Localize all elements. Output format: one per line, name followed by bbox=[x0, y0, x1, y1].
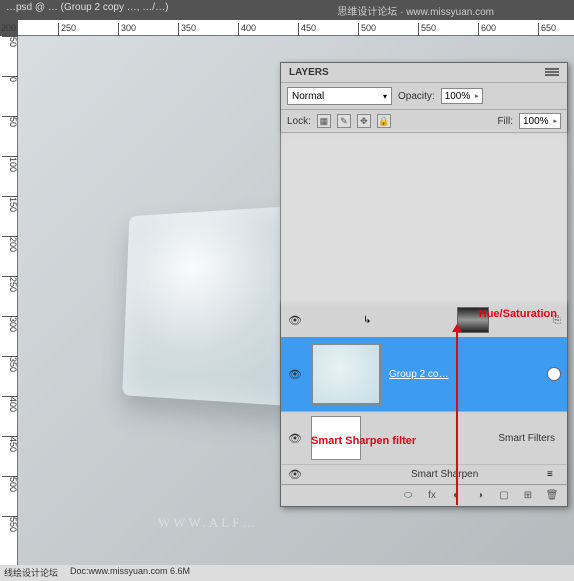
annotation-hue-saturation: Hue/Saturation bbox=[479, 308, 557, 320]
ice-cube-artwork bbox=[122, 205, 300, 406]
ruler-tick: 50 bbox=[2, 116, 18, 127]
lock-label: Lock: bbox=[287, 116, 311, 127]
fill-label: Fill: bbox=[497, 116, 513, 127]
ruler-tick: 550 bbox=[418, 23, 436, 36]
lock-position-icon[interactable]: ✥ bbox=[357, 114, 371, 128]
layers-panel-footer: ⬭ fx ◐ ◑ ▢ ⊞ 🗑 bbox=[281, 484, 567, 506]
status-bar: 线绘设计论坛 Doc:www.missyuan.com 6.6M bbox=[0, 565, 574, 581]
ruler-tick: 450 bbox=[298, 23, 316, 36]
selected-layer-row[interactable]: 👁 Group 2 co… bbox=[281, 337, 567, 411]
blurred-layers bbox=[281, 133, 567, 303]
lock-transparency-icon[interactable]: ▦ bbox=[317, 114, 331, 128]
watermark-top: 思维设计论坛 · www.missyuan.com bbox=[337, 3, 494, 18]
layer-thumbnail[interactable] bbox=[311, 343, 381, 405]
status-left: 线绘设计论坛 bbox=[4, 566, 58, 580]
ruler-tick: 250 bbox=[2, 276, 18, 292]
layer-name[interactable]: Group 2 co… bbox=[389, 369, 448, 380]
ruler-tick: 300 bbox=[118, 23, 136, 36]
lock-all-icon[interactable]: 🔒 bbox=[377, 114, 391, 128]
clip-indicator-icon: ↳ bbox=[363, 315, 379, 326]
fill-value: 100% bbox=[523, 116, 549, 127]
visibility-eye-icon[interactable]: 👁 bbox=[287, 432, 303, 445]
lock-pixels-icon[interactable]: ✎ bbox=[337, 114, 351, 128]
fill-input[interactable]: 100% bbox=[519, 113, 561, 129]
adjustment-layer-icon[interactable]: ◑ bbox=[473, 489, 487, 503]
smart-filters-label: Smart Filters bbox=[498, 433, 555, 444]
opacity-value: 100% bbox=[445, 91, 471, 102]
ruler-horizontal[interactable]: 200 250 300 350 400 450 500 550 600 650 bbox=[18, 20, 574, 36]
ruler-tick: 500 bbox=[2, 476, 18, 492]
watermark-text: WWW.ALF… bbox=[158, 515, 258, 531]
ruler-tick: 0 bbox=[2, 76, 18, 82]
ruler-tick: 500 bbox=[358, 23, 376, 36]
opacity-input[interactable]: 100% bbox=[441, 88, 483, 104]
ruler-tick: 50 bbox=[2, 36, 18, 47]
ruler-tick: 350 bbox=[178, 23, 196, 36]
blend-mode-value: Normal bbox=[292, 91, 324, 102]
filter-blending-options-icon[interactable]: ≡ bbox=[547, 469, 561, 481]
ruler-tick: 650 bbox=[538, 23, 556, 36]
new-layer-icon[interactable]: ⊞ bbox=[521, 489, 535, 503]
status-doc-size: Doc:www.missyuan.com 6.6M bbox=[70, 566, 190, 580]
opacity-label: Opacity: bbox=[398, 91, 435, 102]
annotation-arrow bbox=[456, 325, 458, 505]
ruler-tick: 300 bbox=[2, 316, 18, 332]
ruler-tick: 200 bbox=[2, 236, 18, 252]
layer-group-icon[interactable]: ▢ bbox=[497, 489, 511, 503]
panel-menu-icon[interactable] bbox=[543, 67, 561, 79]
lock-row: Lock: ▦ ✎ ✥ 🔒 Fill: 100% bbox=[281, 109, 567, 133]
delete-layer-icon[interactable]: 🗑 bbox=[545, 489, 559, 503]
smart-sharpen-row[interactable]: 👁 Smart Sharpen ≡ bbox=[281, 464, 567, 484]
ruler-tick: 400 bbox=[238, 23, 256, 36]
ruler-tick: 150 bbox=[2, 196, 18, 212]
ruler-tick: 350 bbox=[2, 356, 18, 372]
ruler-tick: 400 bbox=[2, 396, 18, 412]
annotation-smart-sharpen: Smart Sharpen filter bbox=[311, 435, 416, 447]
ruler-tick: 200 bbox=[0, 23, 16, 36]
blend-mode-select[interactable]: Normal bbox=[287, 87, 392, 105]
visibility-eye-icon[interactable]: 👁 bbox=[287, 468, 303, 481]
ruler-tick: 550 bbox=[2, 516, 18, 532]
ruler-tick: 100 bbox=[2, 156, 18, 172]
ruler-vertical[interactable]: 50 0 50 100 150 200 250 300 350 400 450 … bbox=[0, 36, 18, 571]
document-title: …psd @ … (Group 2 copy …, …/…) bbox=[6, 2, 168, 13]
visibility-eye-icon[interactable]: 👁 bbox=[287, 368, 303, 381]
ruler-tick: 250 bbox=[58, 23, 76, 36]
visibility-eye-icon[interactable]: 👁 bbox=[287, 314, 303, 327]
link-layers-icon[interactable]: ⬭ bbox=[401, 489, 415, 503]
layers-tab[interactable]: LAYERS bbox=[281, 63, 567, 82]
layer-fx-icon[interactable]: fx bbox=[425, 489, 439, 503]
smart-object-icon[interactable] bbox=[547, 367, 561, 381]
layers-panel[interactable]: LAYERS Normal Opacity: 100% Lock: ▦ ✎ ✥ … bbox=[280, 62, 568, 507]
layers-tab-label: LAYERS bbox=[289, 67, 329, 78]
smart-sharpen-label[interactable]: Smart Sharpen bbox=[411, 469, 539, 480]
ruler-tick: 600 bbox=[478, 23, 496, 36]
blend-mode-row: Normal Opacity: 100% bbox=[281, 82, 567, 109]
layer-list[interactable]: Hue/Saturation Smart Sharpen filter 👁 ↳ … bbox=[281, 133, 567, 484]
ruler-tick: 450 bbox=[2, 436, 18, 452]
